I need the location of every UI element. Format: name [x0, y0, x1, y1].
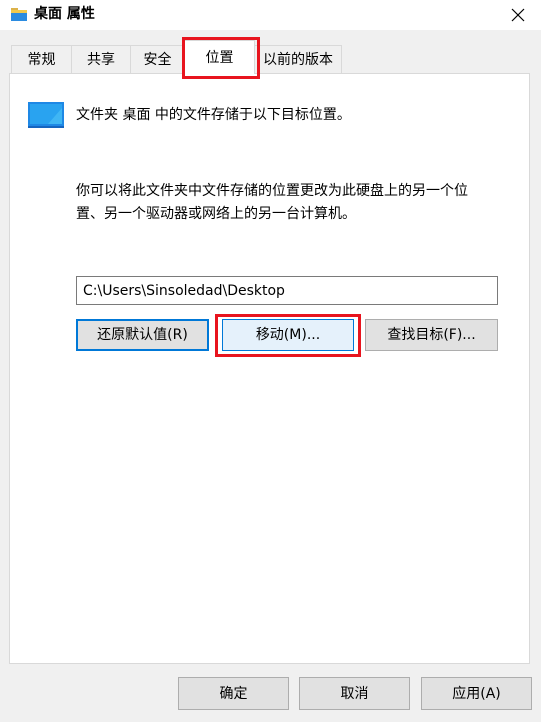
info-text-line2: 置、另一个驱动器或网络上的另一台计算机。	[76, 206, 356, 222]
restore-default-button[interactable]: 还原默认值(R)	[76, 319, 209, 351]
title-bar: 桌面 属性	[0, 0, 541, 30]
properties-dialog: 桌面 属性 常规 共享 安全 位置 以前的版本 文件夹 桌面 中的文件存储于以下…	[0, 0, 541, 722]
window-title: 桌面 属性	[34, 6, 95, 22]
apply-button[interactable]: 应用(A)	[421, 677, 532, 710]
path-input[interactable]	[76, 276, 498, 305]
ok-button[interactable]: 确定	[178, 677, 289, 710]
desktop-folder-icon	[28, 102, 64, 128]
close-button[interactable]	[495, 0, 541, 30]
tab-previous-versions[interactable]: 以前的版本	[254, 45, 342, 73]
location-description: 文件夹 桌面 中的文件存储于以下目标位置。	[76, 107, 351, 123]
tab-panel	[9, 73, 530, 664]
close-icon	[511, 8, 525, 22]
tab-location[interactable]: 位置	[184, 40, 255, 74]
find-target-button[interactable]: 查找目标(F)...	[365, 319, 498, 351]
info-text-line1: 你可以将此文件夹中文件存储的位置更改为此硬盘上的另一个位	[76, 183, 468, 199]
tab-security[interactable]: 安全	[130, 45, 185, 73]
tab-sharing[interactable]: 共享	[71, 45, 131, 73]
folder-icon	[11, 8, 27, 21]
cancel-button[interactable]: 取消	[299, 677, 410, 710]
tab-general[interactable]: 常规	[11, 45, 72, 73]
move-button[interactable]: 移动(M)...	[222, 319, 354, 351]
